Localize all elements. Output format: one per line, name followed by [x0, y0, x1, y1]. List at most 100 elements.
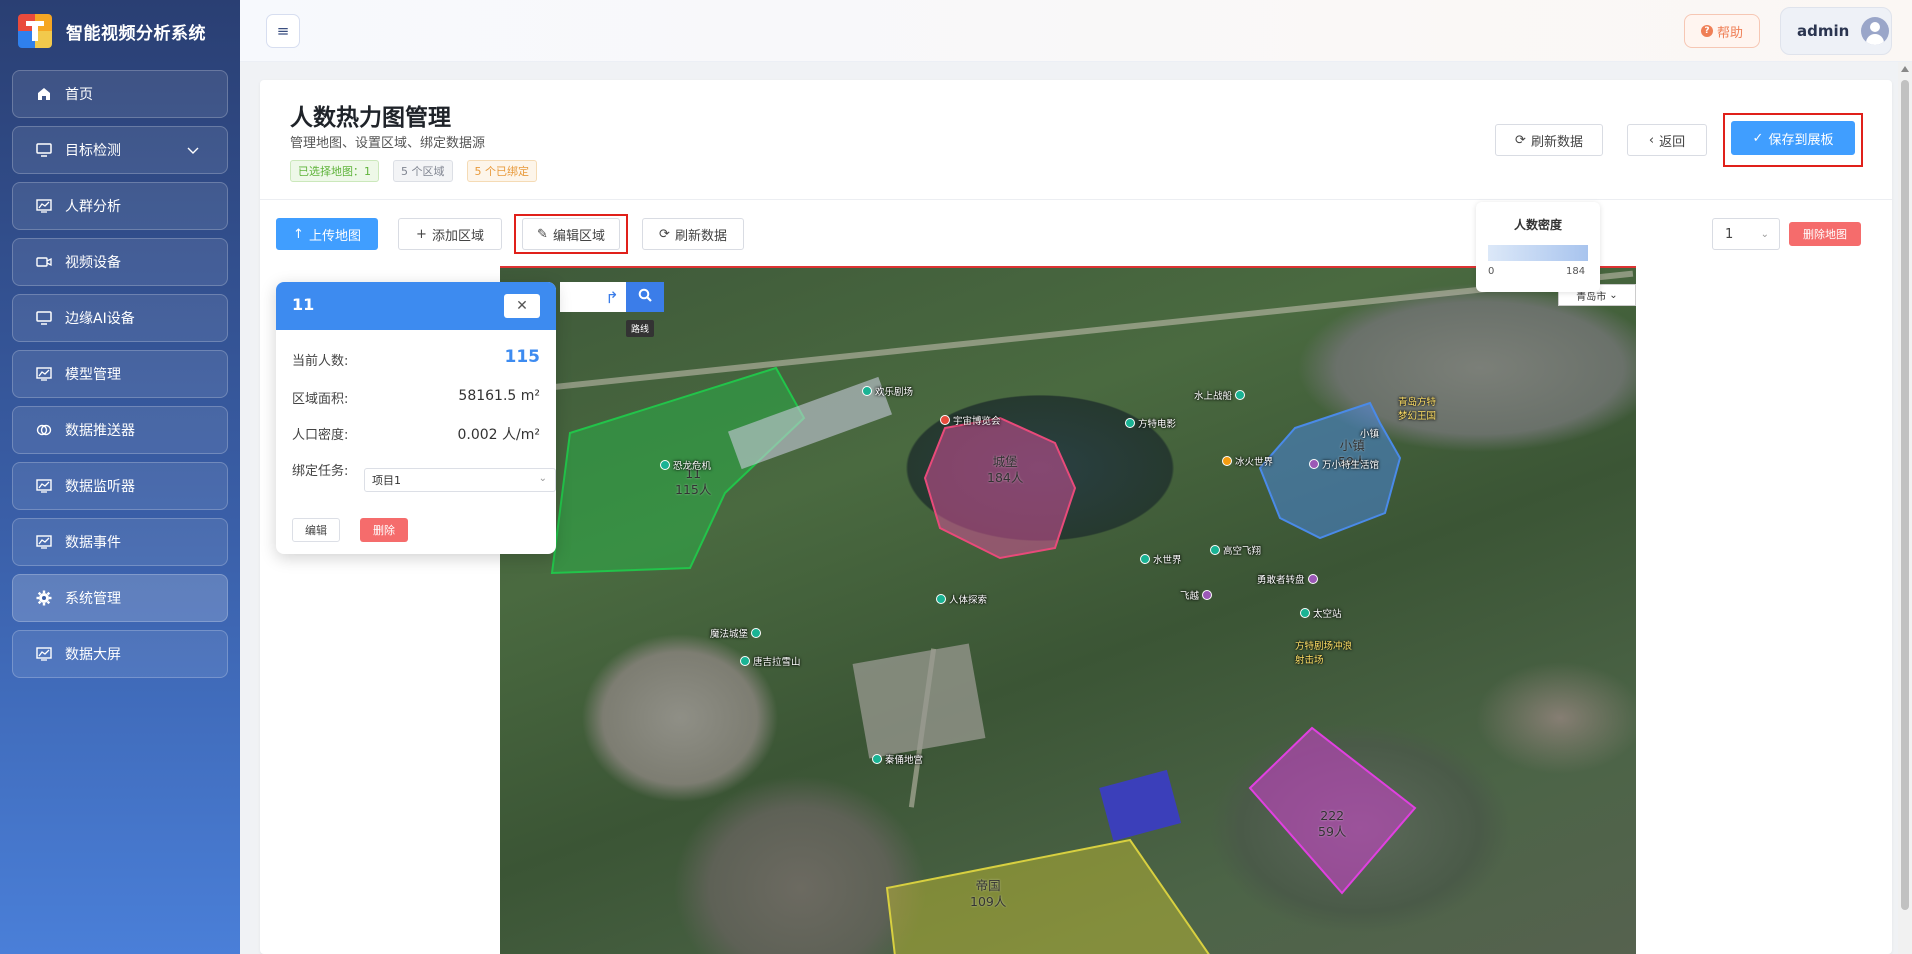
- help-button[interactable]: ? 帮助: [1684, 14, 1760, 48]
- sidebar-item-target-detection[interactable]: 目标检测: [12, 126, 228, 174]
- status-tags: 已选择地图：1 5 个区域 5 个已绑定: [290, 160, 537, 182]
- scroll-up-icon[interactable]: [1901, 66, 1909, 72]
- sidebar-item-label: 数据大屏: [65, 647, 121, 663]
- page-scrollbar[interactable]: [1898, 62, 1912, 954]
- page-header: 人数热力图管理 管理地图、设置区域、绑定数据源 已选择地图：1 5 个区域 5 …: [260, 80, 1892, 200]
- poi-label: 冰火世界: [1235, 457, 1274, 468]
- count-label: 当前人数:: [292, 354, 349, 369]
- map-poi[interactable]: 唐吉拉雪山: [740, 654, 801, 668]
- map-pin-icon: [1202, 590, 1213, 600]
- popup-edit-button[interactable]: 编辑: [292, 518, 340, 542]
- chart-icon: [35, 645, 53, 663]
- poi-label: 水世界: [1153, 555, 1182, 566]
- map-poi[interactable]: 恐龙危机: [660, 458, 711, 472]
- sidebar-item-crowd-analysis[interactable]: 人群分析: [12, 182, 228, 230]
- toolbar-refresh-button[interactable]: ⟳ 刷新数据: [642, 218, 744, 250]
- map-poi[interactable]: 小镇: [1360, 426, 1379, 440]
- zone-name: 城堡: [992, 454, 1018, 469]
- edit-icon: ✎: [537, 226, 548, 242]
- map-poi[interactable]: 高空飞翔: [1210, 543, 1261, 557]
- area-value: 58161.5 m²: [458, 388, 540, 404]
- refresh-icon: ⟳: [659, 226, 670, 242]
- zone-label: 城堡 184人: [987, 454, 1023, 487]
- map-poi[interactable]: 魔法城堡: [710, 626, 762, 640]
- map-poi[interactable]: 水上战船: [1194, 388, 1246, 402]
- sidebar-item-edge-ai[interactable]: 边缘AI设备: [12, 294, 228, 342]
- sidebar-item-data-listener[interactable]: 数据监听器: [12, 462, 228, 510]
- monitor-icon: [35, 141, 53, 159]
- map-poi[interactable]: 秦俑地宫: [872, 752, 923, 766]
- map-pin-icon: [872, 754, 882, 764]
- route-button[interactable]: ↱: [597, 282, 627, 312]
- map-poi[interactable]: 勇敢者转盘: [1257, 572, 1318, 586]
- map-search-button[interactable]: [626, 282, 664, 312]
- map-pin-icon: [940, 415, 950, 425]
- sidebar-item-data-pusher[interactable]: 数据推送器: [12, 406, 228, 454]
- poi-label: 方特电影: [1138, 419, 1177, 430]
- hamburger-icon: ≡: [276, 22, 290, 40]
- question-icon: ?: [1700, 25, 1713, 37]
- close-icon: ✕: [516, 298, 528, 314]
- brand: 智能视频分析系统: [0, 0, 240, 62]
- poi-label: 青岛方特梦幻王国: [1398, 397, 1437, 422]
- sidebar-item-model-management[interactable]: 模型管理: [12, 350, 228, 398]
- sidebar-item-data-events[interactable]: 数据事件: [12, 518, 228, 566]
- map-poi[interactable]: 宇宙博览会: [940, 413, 1001, 427]
- map-poi[interactable]: 人体探索: [936, 592, 987, 606]
- upload-map-button[interactable]: ↑ 上传地图: [276, 218, 378, 250]
- popup-close-button[interactable]: ✕: [504, 294, 540, 318]
- poi-label: 唐吉拉雪山: [753, 657, 801, 668]
- poi-label: 欢乐剧场: [875, 387, 914, 398]
- toolbar-refresh-label: 刷新数据: [674, 228, 727, 244]
- add-area-button[interactable]: + 添加区域: [398, 218, 502, 250]
- poi-label: 魔法城堡: [710, 629, 749, 640]
- popup-delete-button[interactable]: 删除: [360, 518, 408, 542]
- map-poi[interactable]: 青岛方特梦幻王国: [1398, 394, 1444, 422]
- sidebar-item-label: 数据监听器: [65, 479, 135, 495]
- task-select[interactable]: 项目1 ⌄: [364, 468, 556, 492]
- map-poi[interactable]: 水世界: [1140, 552, 1182, 566]
- back-button[interactable]: ‹ 返回: [1627, 124, 1707, 156]
- map-search-input[interactable]: [560, 282, 598, 312]
- map-poi[interactable]: 飞越: [1180, 588, 1213, 602]
- back-label: 返回: [1659, 134, 1686, 150]
- popup-row-density: 人口密度: 0.002 人/m²: [292, 424, 540, 443]
- zone-overlay: [550, 366, 1417, 954]
- monitor-icon: [35, 309, 53, 327]
- zone-name: 小镇: [1339, 438, 1365, 453]
- sidebar-item-video-devices[interactable]: 视频设备: [12, 238, 228, 286]
- map-select[interactable]: 1 ⌄: [1712, 218, 1780, 250]
- map-pin-icon: [1222, 456, 1232, 466]
- sidebar-item-dashboard[interactable]: 数据大屏: [12, 630, 228, 678]
- poi-label: 勇敢者转盘: [1257, 575, 1305, 586]
- push-icon: [35, 421, 53, 439]
- map-canvas[interactable]: 11 115人 城堡 184人 小镇 59人 222 59人 帝国 109人 宇…: [500, 266, 1636, 954]
- map-pin-icon: [740, 656, 750, 666]
- poi-label: 小镇: [1360, 429, 1380, 440]
- sidebar-item-home[interactable]: 首页: [12, 70, 228, 118]
- map-pin-icon: [936, 594, 946, 604]
- map-poi[interactable]: 欢乐剧场: [862, 384, 913, 398]
- sidebar-item-label: 视频设备: [65, 255, 121, 271]
- map-select-value: 1: [1725, 226, 1734, 242]
- refresh-data-button[interactable]: ⟳ 刷新数据: [1495, 124, 1603, 156]
- map-poi[interactable]: 方特电影: [1125, 416, 1176, 430]
- map-pin-icon: [751, 628, 762, 638]
- menu-toggle-button[interactable]: ≡: [266, 14, 300, 48]
- save-to-board-button[interactable]: ✓ 保存到展板: [1731, 121, 1855, 155]
- sidebar-item-system-management[interactable]: 系统管理: [12, 574, 228, 622]
- poi-label: 宇宙博览会: [953, 416, 1001, 427]
- user-menu[interactable]: admin: [1780, 7, 1892, 55]
- zone-count: 59人: [1318, 824, 1347, 840]
- upload-map-label: 上传地图: [308, 228, 361, 244]
- delete-map-button[interactable]: 删除地图: [1789, 222, 1861, 246]
- map-poi[interactable]: 太空站: [1300, 606, 1342, 620]
- map-poi[interactable]: 万小特生活馆: [1309, 457, 1379, 471]
- scroll-thumb[interactable]: [1901, 80, 1909, 910]
- map-poi[interactable]: 方特剧场冲浪射击场: [1295, 638, 1355, 666]
- delete-map-label: 删除地图: [1803, 228, 1847, 241]
- edit-area-button[interactable]: ✎ 编辑区域: [522, 218, 620, 250]
- popup-row-area: 区域面积: 58161.5 m²: [292, 388, 540, 407]
- popup-header: 11 ✕: [276, 282, 556, 330]
- map-poi[interactable]: 冰火世界: [1222, 454, 1273, 468]
